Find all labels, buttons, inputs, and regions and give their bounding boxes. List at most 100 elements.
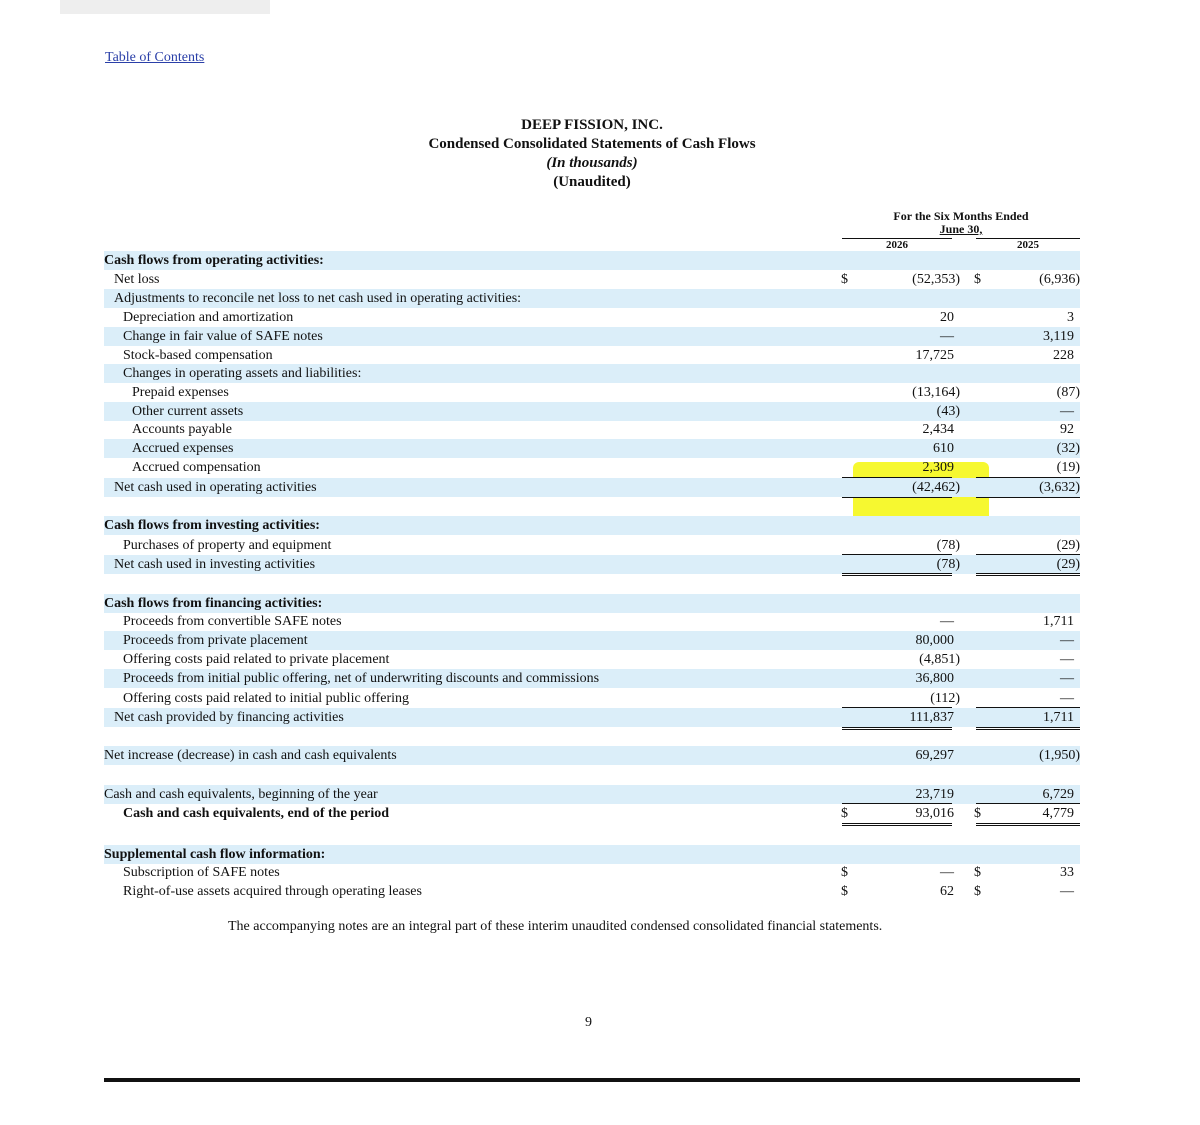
total-double-rule: [976, 823, 1080, 826]
value-2026: 80,000: [915, 633, 955, 648]
value-2026: (43): [936, 404, 960, 419]
value-2026: (112): [930, 691, 960, 706]
row-label: Proceeds from private placement: [123, 633, 308, 648]
value-2025: 1,711: [1043, 710, 1074, 725]
total-double-rule: [842, 727, 952, 730]
row-label: Cash and cash equivalents, beginning of …: [104, 787, 378, 802]
value-2026: 2,434: [922, 422, 955, 437]
total-double-rule: [976, 573, 1080, 576]
row-label: Subscription of SAFE notes: [123, 865, 280, 880]
subtotal-rule: [976, 497, 1080, 498]
row-label: Net cash used in investing activities: [114, 557, 316, 572]
table-row: Accrued expenses 610 (32): [104, 439, 1080, 458]
table-row: Adjustments to reconcile net loss to net…: [104, 289, 1080, 308]
value-2026: 69,297: [915, 748, 955, 763]
value-2025: (6,936): [1039, 272, 1080, 287]
row-label: Change in fair value of SAFE notes: [123, 329, 323, 344]
value-2025: 6,729: [1042, 787, 1075, 802]
row-label: Offering costs paid related to private p…: [123, 652, 390, 667]
value-2025: 228: [1053, 348, 1074, 363]
value-2025: —: [1060, 691, 1074, 706]
table-row: Supplemental cash flow information:: [104, 845, 1080, 864]
table-row: Other current assets (43) —: [104, 402, 1080, 421]
table-row: Accounts payable 2,434 92: [104, 420, 1080, 439]
table-row: Net cash used in operating activities (42…: [104, 478, 1080, 497]
row-label: Proceeds from convertible SAFE notes: [123, 614, 342, 629]
table-row: Cash flows from investing activities:: [104, 516, 1080, 535]
subtotal-rule: [976, 803, 1080, 804]
total-double-rule: [976, 727, 1080, 730]
value-2026: (78): [936, 538, 960, 553]
subtotal-rule: [842, 497, 952, 498]
row-label: Proceeds from initial public offering, n…: [123, 671, 600, 686]
row-label: Accrued expenses: [132, 441, 234, 456]
value-2025: (19): [1056, 460, 1080, 475]
row-label: Supplemental cash flow information:: [104, 847, 326, 862]
value-2026: 62: [940, 884, 954, 899]
page-number: 9: [585, 1015, 592, 1030]
row-label: Prepaid expenses: [132, 385, 229, 400]
row-label: Cash flows from operating activities:: [104, 253, 324, 268]
subtotal-rule: [842, 707, 952, 708]
value-2026: (78): [936, 557, 960, 572]
value-2025: —: [1060, 633, 1074, 648]
row-label: Accrued compensation: [132, 460, 261, 475]
table-row: Net loss $ (52,353) $ (6,936): [104, 270, 1080, 289]
row-label: Net cash used in operating activities: [114, 480, 317, 495]
row-label: Net loss: [114, 272, 160, 287]
table-row: Net cash used in investing activities (78…: [104, 555, 1080, 574]
table-row: Changes in operating assets and liabilit…: [104, 364, 1080, 383]
row-label: Purchases of property and equipment: [123, 538, 332, 553]
value-2025: (29): [1056, 557, 1080, 572]
value-2025: 92: [1060, 422, 1074, 437]
table-row: Net increase (decrease) in cash and cash…: [104, 746, 1080, 765]
value-2026: —: [940, 329, 954, 344]
row-label: Cash and cash equivalents, end of the pe…: [123, 806, 390, 821]
value-2026: 93,016: [915, 806, 955, 821]
value-2025: 4,779: [1042, 806, 1075, 821]
row-label: Stock-based compensation: [123, 348, 273, 363]
total-double-rule: [842, 823, 952, 826]
value-2026: —: [940, 865, 954, 880]
table-row: Change in fair value of SAFE notes — 3,119: [104, 327, 1080, 346]
row-label: Offering costs paid related to initial p…: [123, 691, 410, 706]
subtotal-rule: [976, 707, 1080, 708]
table-row: Cash and cash equivalents, end of the pe…: [104, 804, 1080, 823]
subtotal-rule: [976, 477, 1080, 478]
value-2026: 17,725: [915, 348, 955, 363]
table-row: Proceeds from initial public offering, n…: [104, 669, 1080, 688]
row-label: Changes in operating assets and liabilit…: [123, 366, 362, 381]
subtotal-rule: [842, 554, 952, 555]
value-2026: 610: [933, 441, 954, 456]
value-2025: (3,632): [1039, 480, 1080, 495]
value-2026: (52,353): [912, 272, 960, 287]
row-label: Cash flows from investing activities:: [104, 518, 320, 533]
row-label: Net cash provided by financing activitie…: [114, 710, 344, 725]
value-2025: 1,711: [1043, 614, 1074, 629]
value-2025: (1,950): [1039, 748, 1080, 763]
table-row: Proceeds from convertible SAFE notes — 1,7…: [104, 612, 1080, 631]
value-2025: 3,119: [1043, 329, 1074, 344]
value-2026: 23,719: [915, 787, 955, 802]
value-2025: —: [1060, 404, 1074, 419]
row-label: Right-of-use assets acquired through ope…: [123, 884, 422, 899]
footnote: The accompanying notes are an integral p…: [228, 919, 883, 934]
value-2025: (32): [1056, 441, 1080, 456]
table-row: Net cash provided by financing activitie…: [104, 708, 1080, 727]
subtotal-rule: [842, 803, 952, 804]
table-row: Cash flows from financing activities:: [104, 594, 1080, 613]
table-row: Right-of-use assets acquired through ope…: [104, 882, 1080, 901]
table-row: Purchases of property and equipment (78) (…: [104, 536, 1080, 555]
row-label: Cash flows from financing activities:: [104, 596, 323, 611]
table-row: Prepaid expenses (13,164) (87): [104, 383, 1080, 402]
value-2026: (13,164): [912, 385, 960, 400]
value-2025: 33: [1060, 865, 1074, 880]
row-label: Adjustments to reconcile net loss to net…: [114, 291, 522, 306]
value-2025: —: [1060, 671, 1074, 686]
row-label: Other current assets: [132, 404, 244, 419]
table-row: Stock-based compensation 17,725 228: [104, 346, 1080, 365]
value-2025: —: [1060, 652, 1074, 667]
value-2026: 36,800: [915, 671, 955, 686]
row-label: Depreciation and amortization: [123, 310, 294, 325]
page-bottom-rule: [104, 1078, 1080, 1082]
